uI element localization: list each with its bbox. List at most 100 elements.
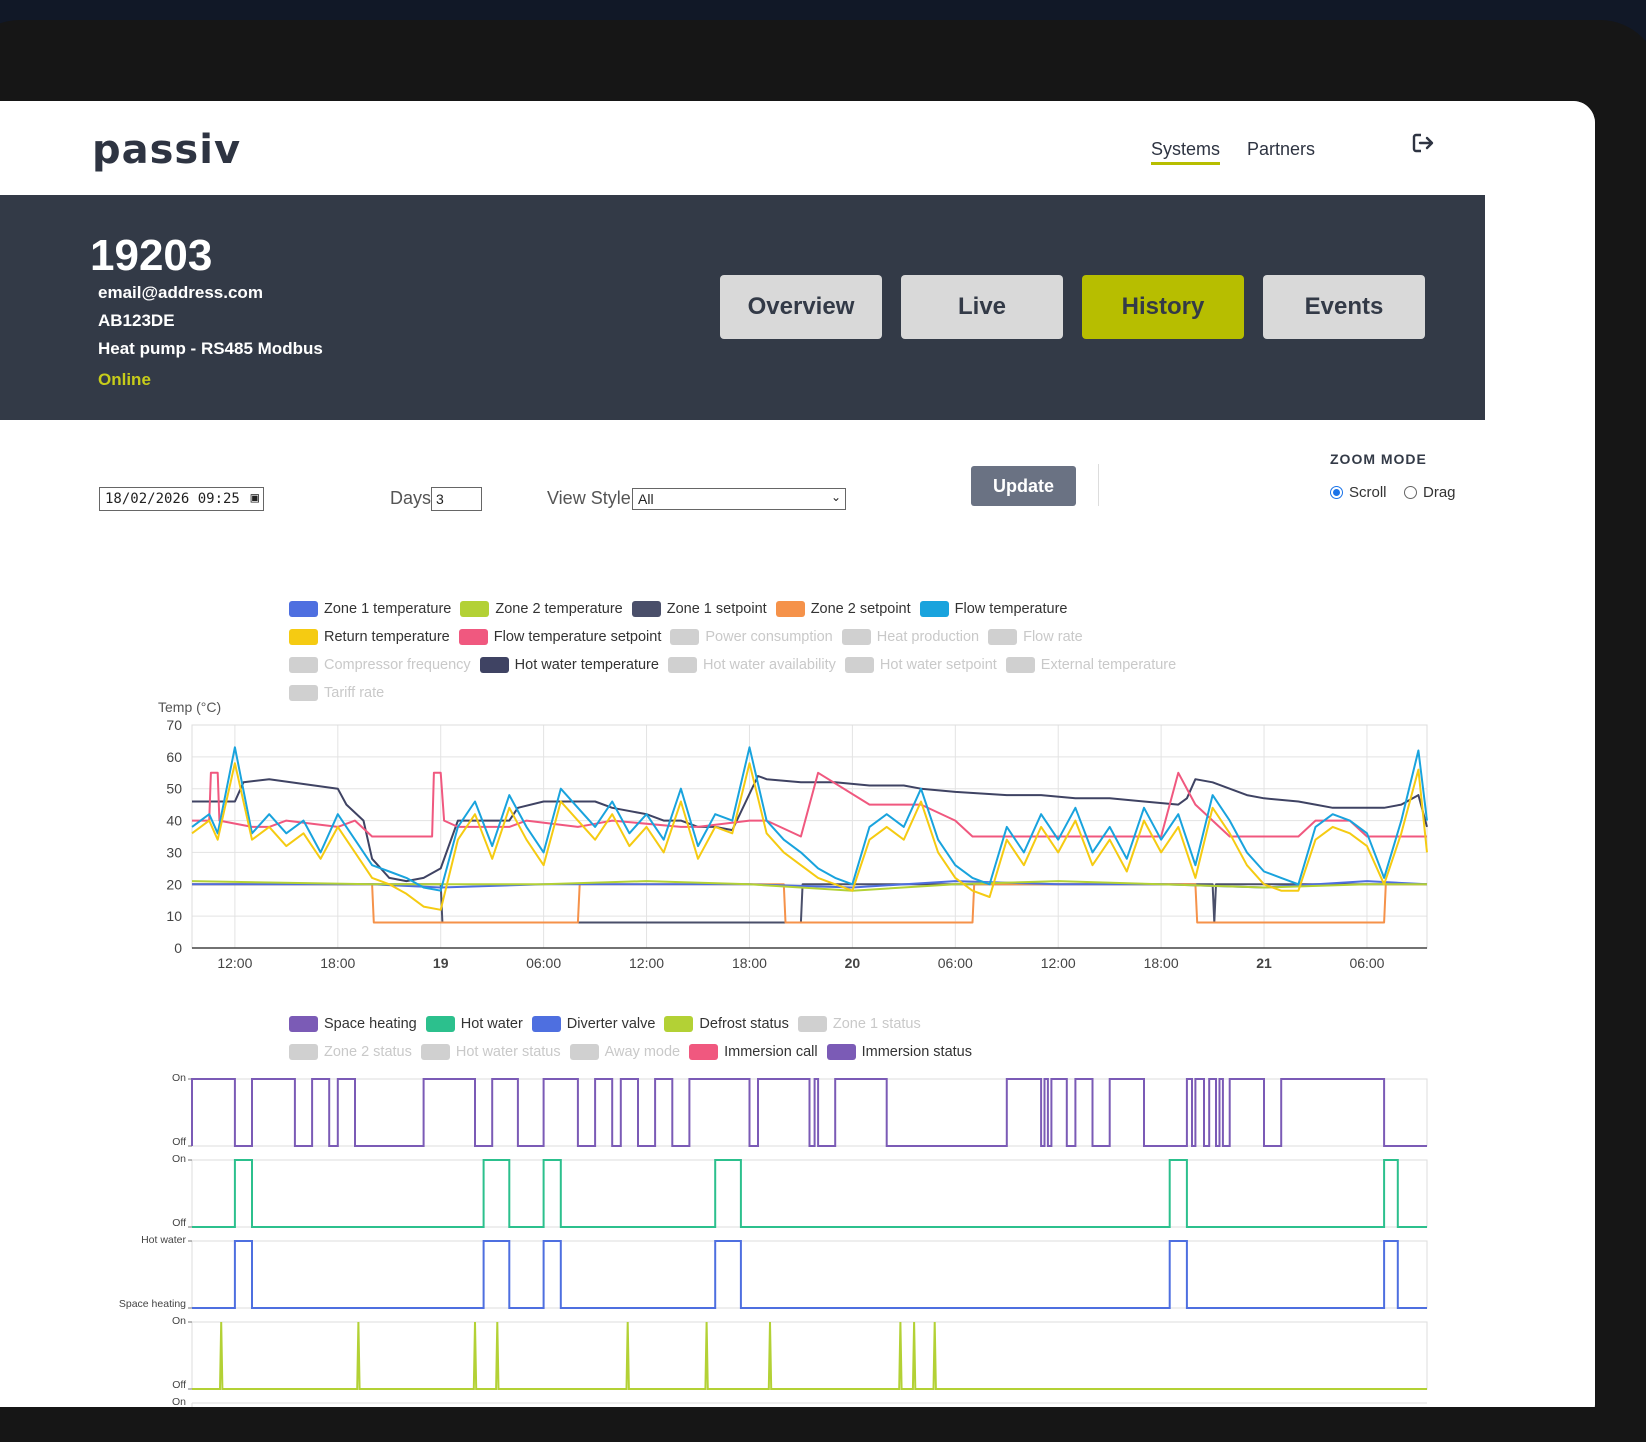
legend-item-away-mode[interactable]: Away mode	[569, 1038, 681, 1066]
legend-item-flow-temperature-setpoint[interactable]: Flow temperature setpoint	[458, 623, 662, 651]
date-picker[interactable]: 18/02/2026 09:25 ▣	[99, 487, 264, 511]
legend-item-heat-production[interactable]: Heat production	[841, 623, 979, 651]
legend-item-compressor-frequency[interactable]: Compressor frequency	[289, 651, 471, 679]
logout-icon[interactable]	[1412, 133, 1434, 159]
legend-item-space-heating[interactable]: Space heating	[289, 1010, 417, 1038]
zoom-scroll-label: Scroll	[1349, 484, 1387, 501]
nav-systems[interactable]: Systems	[1151, 139, 1221, 165]
series-line-hot-water-temperature	[192, 775, 1428, 883]
legend-item-power-consumption[interactable]: Power consumption	[670, 623, 833, 651]
legend-label: Flow temperature setpoint	[493, 629, 662, 645]
y-tick-label: 50	[166, 781, 182, 797]
chevron-down-icon: ⌄	[830, 490, 841, 504]
legend-item-return-temperature[interactable]: Return temperature	[289, 623, 450, 651]
calendar-icon[interactable]: ▣	[251, 490, 259, 506]
temperature-chart[interactable]: Temp (°C) 0 10 20 30 40 50 60 70 12:00 18:00 19 06:0…	[140, 701, 1595, 991]
legend-swatch	[689, 1044, 719, 1060]
legend-label: Away mode	[604, 1044, 681, 1060]
y-tick-label: On	[172, 1072, 186, 1084]
zoom-scroll-radio[interactable]: Scroll	[1330, 484, 1387, 501]
legend-label: Zone 2 setpoint	[810, 601, 911, 617]
top-navigation: passiv Systems Partners	[0, 101, 1595, 195]
y-tick-label: 10	[166, 908, 182, 924]
status-plot-area	[191, 1321, 1428, 1390]
series-line-zone-2-setpoint	[192, 883, 1427, 924]
legend-item-hot-water[interactable]: Hot water	[425, 1010, 523, 1038]
legend-item-hot-water-status[interactable]: Hot water status	[420, 1038, 561, 1066]
view-style-select[interactable]: All ⌄	[632, 488, 846, 510]
system-device: Heat pump - RS485 Modbus	[98, 339, 323, 358]
y-tick-label: 0	[174, 940, 182, 956]
legend-item-zone-2-setpoint[interactable]: Zone 2 setpoint	[775, 595, 911, 623]
x-tick-label: 21	[1256, 955, 1272, 971]
tab-events[interactable]: Events	[1263, 275, 1425, 339]
legend-label: Immersion call	[724, 1044, 818, 1060]
x-tick-label: 12:00	[217, 955, 252, 971]
legend-label: Hot water availability	[702, 657, 836, 673]
x-tick-label: 18:00	[1144, 955, 1179, 971]
legend-item-immersion-call[interactable]: Immersion call	[689, 1038, 818, 1066]
update-button[interactable]: Update	[971, 466, 1076, 506]
legend-item-defrost-status[interactable]: Defrost status	[664, 1010, 789, 1038]
legend-label: Hot water temperature	[514, 657, 659, 673]
radio-selected-icon[interactable]	[1330, 486, 1343, 499]
legend-swatch	[988, 629, 1018, 645]
legend-item-hot-water-temperature[interactable]: Hot water temperature	[479, 651, 659, 679]
passiv-logo[interactable]: passiv	[92, 127, 241, 173]
temperature-legend: Zone 1 temperature Zone 2 temperature Zone…	[289, 595, 1239, 707]
status-charts[interactable]: OnOffOnOffHot waterSpace heatingOnOffOn	[90, 1069, 1550, 1427]
legend-swatch	[531, 1016, 561, 1032]
legend-label: Hot water setpoint	[879, 657, 997, 673]
legend-item-hot-water-availability[interactable]: Hot water availability	[667, 651, 836, 679]
y-tick-label: 70	[166, 717, 182, 733]
legend-item-zone-1-temperature[interactable]: Zone 1 temperature	[289, 595, 451, 623]
zoom-drag-label: Drag	[1423, 484, 1456, 501]
y-tick-label: 40	[166, 813, 182, 829]
x-tick-label: 18:00	[732, 955, 767, 971]
tab-overview[interactable]: Overview	[720, 275, 882, 339]
legend-label: Return temperature	[324, 629, 450, 645]
legend-item-diverter-valve[interactable]: Diverter valve	[531, 1010, 655, 1038]
legend-item-zone-2-temperature[interactable]: Zone 2 temperature	[460, 595, 623, 623]
nav-partners[interactable]: Partners	[1247, 139, 1315, 160]
zoom-mode-title: ZOOM MODE	[1330, 451, 1427, 467]
y-tick-label: Off	[172, 1379, 186, 1391]
legend-swatch	[289, 1016, 318, 1032]
legend-item-zone-1-setpoint[interactable]: Zone 1 setpoint	[631, 595, 767, 623]
legend-label: Space heating	[324, 1016, 417, 1032]
legend-swatch	[844, 657, 874, 673]
legend-label: Defrost status	[699, 1016, 789, 1032]
x-tick-label: 06:00	[938, 955, 973, 971]
tab-live[interactable]: Live	[901, 275, 1063, 339]
y-tick-label: On	[172, 1315, 186, 1327]
x-tick-label: 06:00	[1349, 955, 1384, 971]
x-tick-label: 12:00	[1041, 955, 1076, 971]
app-screen: passiv Systems Partners 19203 email@addr…	[0, 101, 1595, 1427]
legend-swatch	[479, 657, 509, 673]
y-axis-label: Temp (°C)	[158, 701, 221, 715]
y-tick-label: 30	[166, 844, 182, 860]
legend-item-flow-rate[interactable]: Flow rate	[988, 623, 1083, 651]
view-style-label: View Style	[547, 488, 631, 508]
legend-item-zone-1-status[interactable]: Zone 1 status	[797, 1010, 921, 1038]
days-input[interactable]: 3	[431, 487, 482, 511]
radio-unselected-icon[interactable]	[1404, 486, 1417, 499]
legend-swatch	[289, 1044, 318, 1060]
legend-item-hot-water-setpoint[interactable]: Hot water setpoint	[844, 651, 997, 679]
system-email: email@address.com	[98, 283, 263, 302]
status-plot-area	[191, 1159, 1428, 1228]
legend-swatch	[460, 601, 490, 617]
y-tick-label: On	[172, 1153, 186, 1165]
legend-label: Zone 1 temperature	[324, 601, 452, 617]
legend-item-zone-2-status[interactable]: Zone 2 status	[289, 1038, 412, 1066]
legend-item-immersion-status[interactable]: Immersion status	[826, 1038, 972, 1066]
system-id: 19203	[90, 231, 213, 280]
series-line-zone-1-setpoint	[192, 883, 1427, 924]
legend-label: Hot water status	[455, 1044, 561, 1060]
legend-item-external-temperature[interactable]: External temperature	[1005, 651, 1176, 679]
legend-item-flow-temperature[interactable]: Flow temperature	[919, 595, 1067, 623]
tab-history[interactable]: History	[1082, 275, 1244, 339]
legend-label: Hot water	[460, 1016, 523, 1032]
zoom-drag-radio[interactable]: Drag	[1404, 484, 1456, 501]
x-tick-label: 06:00	[526, 955, 561, 971]
